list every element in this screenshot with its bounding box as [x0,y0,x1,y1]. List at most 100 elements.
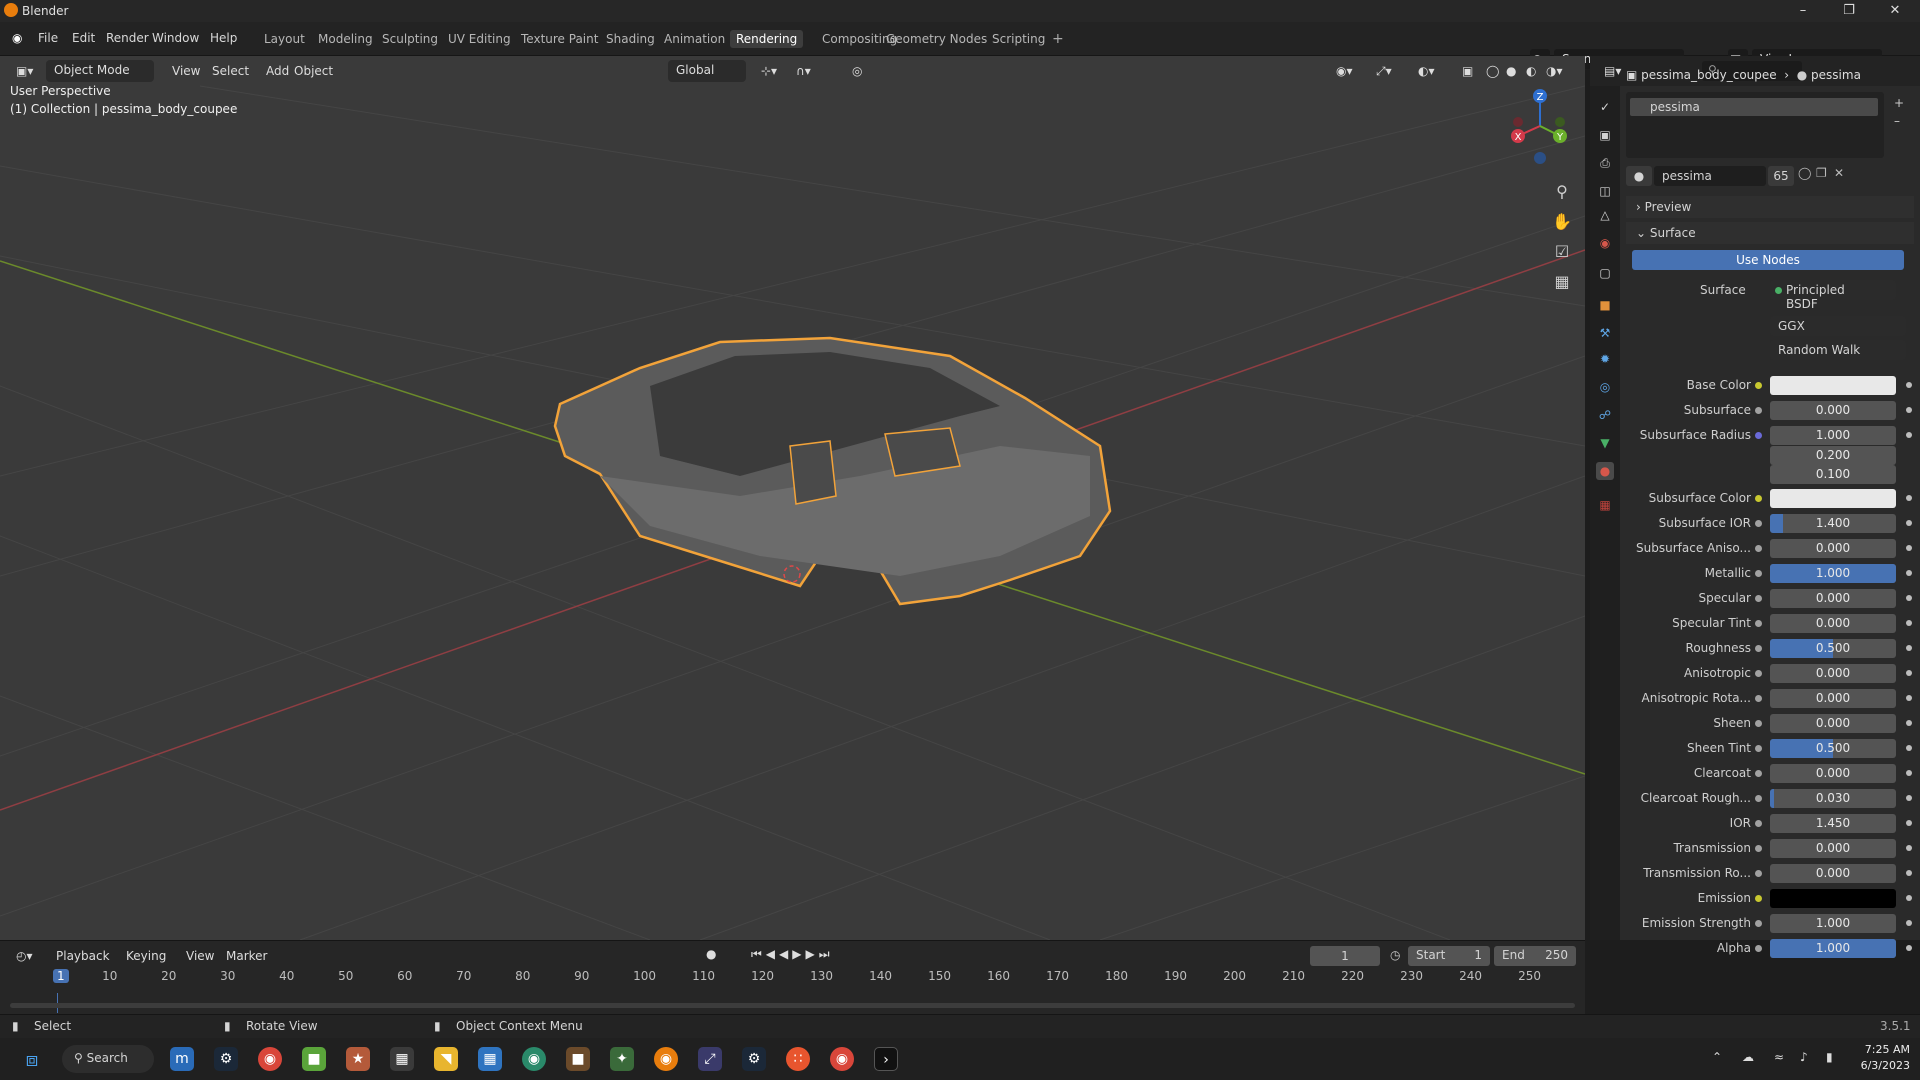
keyframe-dot-icon[interactable] [1906,520,1912,526]
playback-controls[interactable]: ⏮◀◀▶▶⏭ [745,945,840,964]
add-workspace-button[interactable]: + [1048,30,1068,48]
render-tab-icon[interactable]: ▣ [1596,126,1614,144]
microsoft-store-icon[interactable]: ▦ [478,1047,502,1071]
app-icon-13[interactable]: ⤢ [698,1047,722,1071]
xray-toggle-icon[interactable]: ▣ [1456,62,1479,80]
remove-slot-button[interactable]: – [1894,114,1900,128]
add-slot-button[interactable]: + [1894,96,1904,110]
clock-date[interactable]: 6/3/2023 [1850,1059,1910,1072]
pivot-icon[interactable]: ⊹▾ [755,62,783,80]
keyframe-dot-icon[interactable] [1906,845,1912,851]
mode-dropdown[interactable]: Object Mode [46,60,154,82]
steam-icon[interactable]: ⚙ [214,1047,238,1071]
distribution-dropdown[interactable]: GGX [1770,316,1906,336]
material-slot-item[interactable]: pessima [1630,98,1878,116]
keyframe-dot-icon[interactable] [1906,620,1912,626]
battery-icon[interactable]: ▮ [1826,1050,1833,1064]
proportional-edit-icon[interactable]: ◎ [846,62,868,80]
menu-window[interactable]: Window [148,30,203,46]
property-field[interactable]: 0.000 [1770,839,1896,858]
timeline-menu-keying[interactable]: Keying [120,947,172,965]
tray-chevron-icon[interactable]: ⌃ [1712,1050,1722,1064]
pan-hand-icon[interactable]: ✋ [1548,208,1576,236]
workspace-tab-rendering[interactable]: Rendering [730,30,804,48]
material-name-field[interactable]: pessima [1654,166,1766,186]
timeline-menu-playback[interactable]: Playback [50,947,116,965]
keyframe-dot-icon[interactable] [1906,770,1912,776]
particles-tab-icon[interactable]: ✹ [1596,350,1614,368]
property-field[interactable]: 1.000 [1770,914,1896,933]
record-icon[interactable]: ● [700,945,722,963]
property-field[interactable]: 0.000 [1770,589,1896,608]
menu-render[interactable]: Render [102,30,153,46]
property-field[interactable]: 0.100 [1770,465,1896,484]
property-field[interactable]: 0.500 [1770,639,1896,658]
view-layer-tab-icon[interactable]: ◫ [1596,182,1614,200]
volume-icon[interactable]: ♪ [1800,1050,1808,1064]
snap-icon[interactable]: ∩▾ [790,62,817,80]
timeline-editor-type-icon[interactable]: ◴▾ [10,947,39,965]
keyframe-dot-icon[interactable] [1906,407,1912,413]
zoom-icon[interactable]: ⚲ [1548,178,1576,206]
camera-view-icon[interactable]: ☑ [1548,238,1576,266]
end-frame-field[interactable]: End 250 [1494,946,1576,966]
wifi-icon[interactable]: ≈ [1774,1050,1784,1064]
preview-panel-header[interactable]: › Preview [1626,196,1914,218]
material-tab-icon[interactable]: ● [1596,462,1614,480]
workspace-tab-modeling[interactable]: Modeling [312,30,379,48]
property-field[interactable]: 1.000 [1770,939,1896,958]
keyframe-dot-icon[interactable] [1906,595,1912,601]
workspace-tab-geometry-nodes[interactable]: Geometry Nodes [880,30,993,48]
workspace-tab-layout[interactable]: Layout [258,30,311,48]
material-browse-icon[interactable]: ● [1626,166,1652,186]
unlink-material-icon[interactable]: ✕ [1834,166,1852,186]
start-frame-field[interactable]: Start 1 [1408,946,1490,966]
chrome-icon[interactable]: ◉ [258,1047,282,1071]
keyframe-dot-icon[interactable] [1906,545,1912,551]
property-field[interactable]: 0.000 [1770,614,1896,633]
maximize-button[interactable]: ❐ [1826,0,1872,22]
keyframe-dot-icon[interactable] [1906,382,1912,388]
modifier-tab-icon[interactable]: ⚒ [1596,324,1614,342]
edge-icon[interactable]: ◉ [522,1047,546,1071]
property-field[interactable] [1770,376,1896,395]
ortho-grid-icon[interactable]: ▦ [1548,268,1576,296]
properties-editor-type-icon[interactable]: ▤▾ [1598,62,1627,80]
keyframe-dot-icon[interactable] [1906,645,1912,651]
close-window-button[interactable]: ✕ [1872,0,1918,22]
property-field[interactable]: 0.500 [1770,739,1896,758]
onedrive-icon[interactable]: ☁ [1742,1050,1754,1064]
material-slot-list[interactable]: pessima [1626,92,1884,158]
collection-tab-icon[interactable]: ▢ [1596,264,1614,282]
current-frame-field[interactable]: 1 [1310,946,1380,966]
navigation-gizmo[interactable]: Z X Y [1500,86,1580,166]
app-icon-10[interactable]: ■ [566,1047,590,1071]
workspace-tab-animation[interactable]: Animation [658,30,731,48]
file-explorer-icon[interactable]: ◥ [434,1047,458,1071]
keyframe-dot-icon[interactable] [1906,720,1912,726]
workspace-tab-scripting[interactable]: Scripting [986,30,1051,48]
3d-viewport[interactable]: ▣▾ Object Mode Global ⊹▾ ∩▾ ◎ ◉▾ ⤢▾ ◐▾ ▣… [0,56,1585,940]
property-field[interactable]: 1.450 [1770,814,1896,833]
visibility-icon[interactable]: ◉▾ [1330,62,1359,80]
menu-file[interactable]: File [34,30,62,46]
property-field[interactable] [1770,489,1896,508]
property-field[interactable]: 0.000 [1770,864,1896,883]
preview-range-icon[interactable]: ◷ [1390,948,1400,962]
game-icon[interactable]: ★ [346,1047,370,1071]
keyframe-dot-icon[interactable] [1906,695,1912,701]
minecraft-icon[interactable]: ■ [302,1047,326,1071]
keyframe-dot-icon[interactable] [1906,745,1912,751]
timeline-scrollbar[interactable] [10,1003,1575,1008]
output-tab-icon[interactable]: ⎙ [1596,154,1614,172]
property-field[interactable]: 1.000 [1770,564,1896,583]
gizmo-toggle-icon[interactable]: ⤢▾ [1370,62,1398,81]
minimize-button[interactable]: – [1780,0,1826,22]
keyframe-dot-icon[interactable] [1906,570,1912,576]
app-icon-11[interactable]: ✦ [610,1047,634,1071]
workspace-tab-uv-editing[interactable]: UV Editing [442,30,517,48]
viewport-menu-view[interactable]: View [166,62,206,80]
property-field[interactable]: 0.000 [1770,714,1896,733]
orientation-dropdown[interactable]: Global [668,60,746,82]
keyframe-dot-icon[interactable] [1906,795,1912,801]
